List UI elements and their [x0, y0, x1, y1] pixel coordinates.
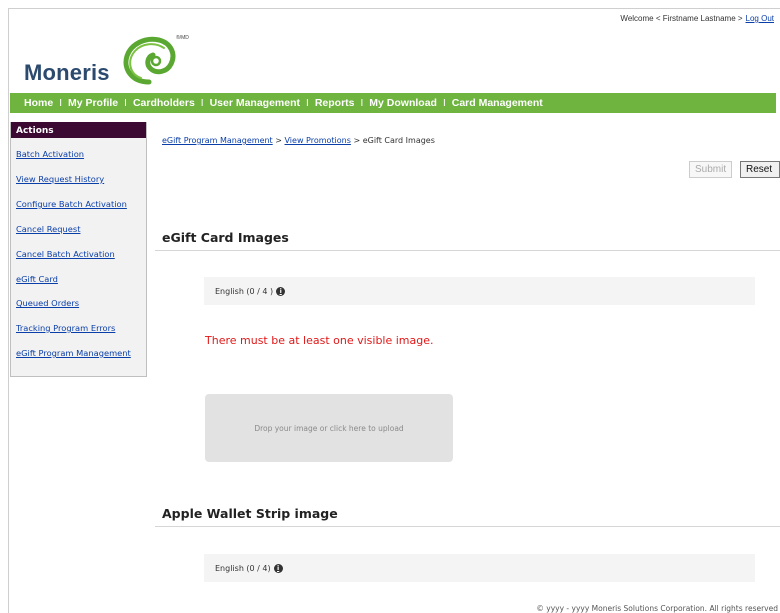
nav-separator: I	[124, 97, 127, 109]
nav-card-management[interactable]: Card Management	[452, 97, 543, 109]
nav-home[interactable]: Home	[24, 97, 53, 109]
egift-card-images-heading: eGift Card Images	[162, 230, 289, 245]
info-icon[interactable]: i	[276, 286, 286, 296]
breadcrumb-egift-program-management[interactable]: eGift Program Management	[162, 136, 273, 145]
breadcrumb: eGift Program Management > View Promotio…	[162, 136, 435, 145]
nav-my-profile[interactable]: My Profile	[68, 97, 118, 109]
language-count-label: English (0 / 4)	[215, 563, 271, 573]
sidebar-item-egift-card[interactable]: eGift Card	[16, 274, 58, 284]
welcome-text: Welcome < Firstname Lastname >	[620, 14, 743, 23]
moneris-swirl-icon	[123, 36, 176, 85]
logo-text: Moneris	[24, 60, 110, 85]
footer-copyright: © yyyy - yyyy Moneris Solutions Corporat…	[536, 604, 778, 613]
main-content: eGift Program Management > View Promotio…	[155, 122, 780, 602]
apple-wallet-strip-heading: Apple Wallet Strip image	[162, 506, 338, 521]
info-icon[interactable]: i	[273, 563, 283, 573]
sidebar-item-egift-program-management[interactable]: eGift Program Management	[16, 348, 131, 358]
validation-error-message: There must be at least one visible image…	[205, 334, 434, 347]
sidebar-item-configure-batch-activation[interactable]: Configure Batch Activation	[16, 199, 127, 209]
breadcrumb-separator: >	[275, 136, 282, 145]
image-upload-dropzone[interactable]: Drop your image or click here to upload	[205, 394, 453, 462]
nav-separator: I	[360, 97, 364, 109]
nav-user-management[interactable]: User Management	[210, 97, 300, 109]
breadcrumb-view-promotions[interactable]: View Promotions	[285, 136, 351, 145]
section-divider	[155, 250, 780, 251]
logout-link[interactable]: Log Out	[746, 14, 774, 23]
sidebar-title: Actions	[11, 122, 146, 138]
main-nav: Home I My Profile I Cardholders I User M…	[10, 93, 776, 113]
nav-separator: I	[306, 97, 309, 109]
logo-registered-mark: ®/MD	[176, 35, 189, 41]
welcome-bar: Welcome < Firstname Lastname > Log Out	[620, 14, 774, 23]
sidebar-item-view-request-history[interactable]: View Request History	[16, 174, 104, 184]
sidebar-item-batch-activation[interactable]: Batch Activation	[16, 149, 84, 159]
nav-separator: I	[200, 97, 204, 109]
sidebar-item-tracking-program-errors[interactable]: Tracking Program Errors	[16, 323, 115, 333]
nav-cardholders[interactable]: Cardholders	[133, 97, 195, 109]
submit-button[interactable]: Submit	[689, 161, 733, 178]
actions-sidebar: Actions Batch Activation View Request Hi…	[10, 122, 147, 377]
breadcrumb-separator: >	[353, 136, 361, 145]
moneris-logo[interactable]: Moneris ®/MD	[24, 32, 214, 90]
nav-my-download[interactable]: My Download	[369, 97, 437, 109]
nav-separator: I	[59, 97, 62, 109]
nav-separator: I	[442, 97, 446, 109]
sidebar-item-cancel-batch-activation[interactable]: Cancel Batch Activation	[16, 249, 115, 259]
english-card-images-bar[interactable]: English (0 / 4 ) i	[204, 277, 755, 305]
section-divider	[155, 526, 780, 527]
english-wallet-images-bar[interactable]: English (0 / 4) i	[204, 554, 755, 582]
sidebar-item-cancel-request[interactable]: Cancel Request	[16, 224, 80, 234]
language-count-label: English (0 / 4 )	[215, 286, 274, 296]
sidebar-item-queued-orders[interactable]: Queued Orders	[16, 298, 79, 308]
nav-reports[interactable]: Reports	[315, 97, 355, 109]
breadcrumb-current: eGift Card Images	[362, 136, 435, 145]
reset-button[interactable]: Reset	[740, 161, 780, 178]
